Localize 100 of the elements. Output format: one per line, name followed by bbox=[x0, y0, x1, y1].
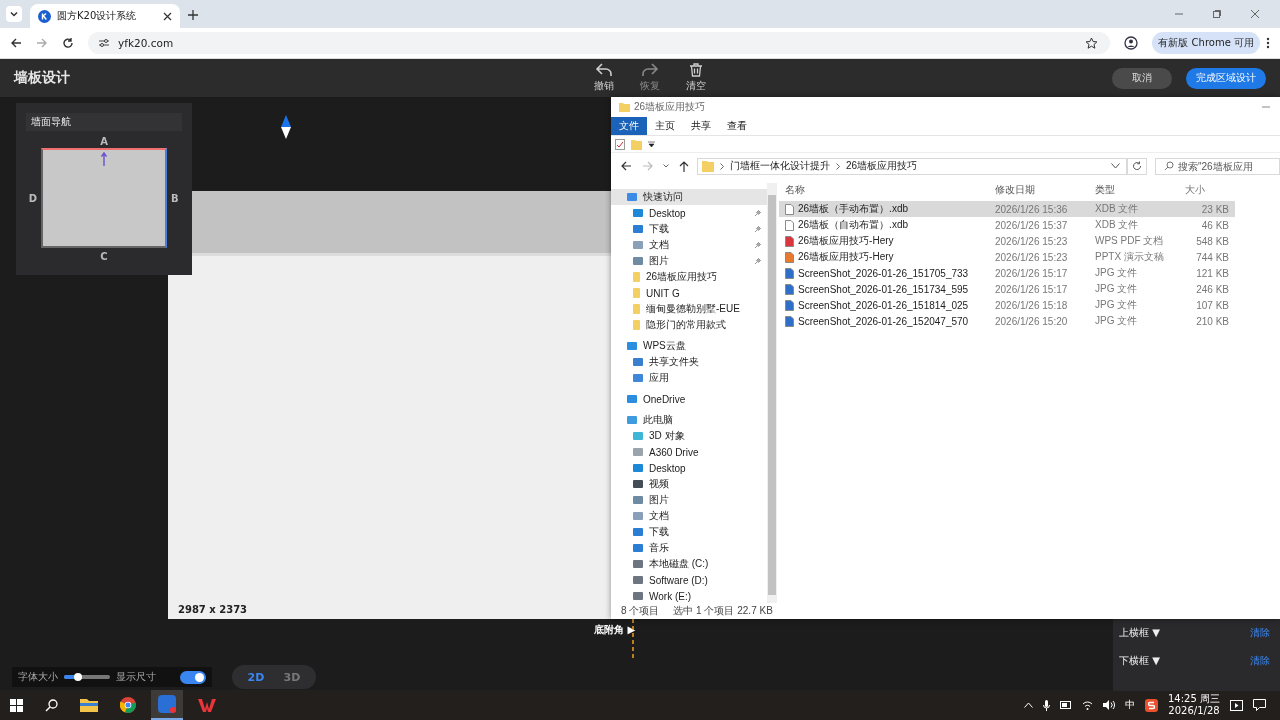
update-chrome-button[interactable]: 有新版 Chrome 可用 bbox=[1152, 32, 1260, 54]
path-bar[interactable]: 门墙框一体化设计提升 26墙板应用技巧 bbox=[697, 157, 1127, 175]
notification-icon[interactable] bbox=[1253, 699, 1266, 711]
nav-item[interactable]: Software (D:) bbox=[611, 572, 767, 588]
clear-link[interactable]: 清除 bbox=[1250, 654, 1270, 668]
nav-item[interactable]: 图片 bbox=[611, 492, 767, 508]
caret-icon[interactable] bbox=[648, 140, 655, 148]
ribbon-tab[interactable]: 共享 bbox=[683, 117, 719, 135]
ribbon-tab[interactable]: 主页 bbox=[647, 117, 683, 135]
profile-icon[interactable] bbox=[1124, 36, 1139, 50]
browser-icon[interactable] bbox=[120, 697, 136, 713]
search-field[interactable]: 搜索"26墙板应用 bbox=[1155, 157, 1280, 175]
chevron-up-icon[interactable] bbox=[1024, 702, 1033, 708]
side-label[interactable]: B bbox=[167, 192, 191, 204]
refresh-button[interactable] bbox=[1127, 157, 1147, 175]
reload-icon[interactable] bbox=[62, 37, 74, 49]
dropdown-label[interactable]: 上横框 ▼ bbox=[1119, 626, 1160, 640]
file-row[interactable]: ScreenShot_2026-01-26_152047_570 2026/1/26 15:20 JPG 文件 210 KB bbox=[779, 313, 1235, 329]
folder-icon[interactable] bbox=[80, 698, 98, 712]
column-header[interactable]: 类型 bbox=[1095, 183, 1185, 197]
column-header[interactable]: 名称 bbox=[785, 183, 995, 197]
nav-item[interactable]: 视频 bbox=[611, 476, 767, 492]
nav-item[interactable]: 共享文件夹 bbox=[611, 354, 767, 370]
file-icon bbox=[785, 251, 794, 263]
volume-icon[interactable] bbox=[1103, 700, 1115, 710]
start-icon[interactable] bbox=[10, 698, 23, 712]
nav-item[interactable]: Work (E:) bbox=[611, 588, 767, 604]
side-label[interactable]: A bbox=[41, 136, 167, 148]
font-size-slider[interactable] bbox=[64, 675, 110, 679]
battery-icon[interactable] bbox=[1060, 701, 1072, 709]
star-icon[interactable] bbox=[1085, 36, 1099, 50]
file-icon bbox=[785, 235, 794, 247]
toolbar-button[interactable]: 撤销 bbox=[583, 63, 625, 93]
scrollbar[interactable] bbox=[767, 183, 777, 603]
wifi-icon[interactable] bbox=[1082, 700, 1093, 710]
file-row[interactable]: 26墙板应用技巧-Hery 2026/1/26 15:23 WPS PDF 文档 548 KB bbox=[779, 233, 1235, 249]
nav-item[interactable]: UNIT G bbox=[611, 285, 767, 301]
nav-item[interactable]: 文档 bbox=[611, 508, 767, 524]
nav-item[interactable]: 缅甸曼德勒别墅-EUE bbox=[611, 301, 767, 317]
dropdown-icon[interactable] bbox=[1111, 163, 1120, 169]
file-row[interactable]: 26墙板（自动布置）.xdb 2026/1/26 15:37 XDB 文件 46 KB bbox=[779, 217, 1235, 233]
nav-item[interactable]: 此电脑 bbox=[611, 412, 767, 428]
toggle-switch[interactable] bbox=[180, 670, 206, 684]
nav-item[interactable]: Desktop bbox=[611, 205, 767, 221]
site-settings-icon[interactable] bbox=[98, 38, 110, 48]
file-row[interactable]: 26墙板（手动布置）.xdb 2026/1/26 15:36 XDB 文件 23 KB bbox=[779, 201, 1235, 217]
microphone-icon[interactable] bbox=[1043, 699, 1050, 711]
column-header[interactable]: 大小 bbox=[1185, 183, 1229, 197]
nav-item[interactable]: WPS云盘 bbox=[611, 338, 767, 354]
nav-item[interactable]: 应用 bbox=[611, 370, 767, 386]
input-method-indicator[interactable]: 中 bbox=[1125, 698, 1135, 712]
more-icon[interactable] bbox=[1266, 37, 1270, 49]
undo-icon bbox=[595, 63, 613, 77]
column-header[interactable]: 修改日期 bbox=[995, 183, 1095, 197]
clear-link[interactable]: 清除 bbox=[1250, 626, 1270, 640]
ribbon-tab[interactable]: 查看 bbox=[719, 117, 755, 135]
search-icon[interactable] bbox=[45, 698, 58, 712]
nav-item[interactable]: 下载 bbox=[611, 221, 767, 237]
side-label[interactable]: C bbox=[41, 251, 167, 262]
file-row[interactable]: ScreenShot_2026-01-26_151814_025 2026/1/26 15:18 JPG 文件 107 KB bbox=[779, 297, 1235, 313]
dropdown-label[interactable]: 下横框 ▼ bbox=[1119, 654, 1160, 668]
breadcrumb[interactable]: 门墙框一体化设计提升 bbox=[730, 159, 830, 173]
nav-item[interactable]: 快速访问 bbox=[611, 189, 767, 205]
side-label[interactable]: D bbox=[17, 192, 41, 204]
nav-item[interactable]: 3D 对象 bbox=[611, 428, 767, 444]
browser-tab[interactable]: 圆方K20设计系统 bbox=[30, 4, 180, 28]
nav-item[interactable]: 隐形门的常用款式 bbox=[611, 317, 767, 333]
new-tab-icon[interactable] bbox=[188, 10, 198, 20]
close-icon[interactable] bbox=[163, 11, 172, 21]
app-icon[interactable] bbox=[151, 690, 183, 720]
file-row[interactable]: ScreenShot_2026-01-26_151734_595 2026/1/26 15:17 JPG 文件 246 KB bbox=[779, 281, 1235, 297]
file-row[interactable]: 26墙板应用技巧-Hery 2026/1/26 15:23 PPTX 演示文稿 744 KB bbox=[779, 249, 1235, 265]
toolbar-button[interactable]: 清空 bbox=[675, 63, 717, 93]
media-icon[interactable] bbox=[1230, 699, 1243, 711]
nav-item[interactable]: Desktop bbox=[611, 460, 767, 476]
address-field[interactable]: yfk20.com bbox=[88, 32, 1111, 54]
nav-item[interactable]: 26墙板应用技巧 bbox=[611, 269, 767, 285]
cancel-button[interactable]: 取消 bbox=[1112, 67, 1172, 89]
compass-icon bbox=[281, 115, 291, 139]
properties-icon[interactable] bbox=[615, 138, 625, 150]
nav-item[interactable]: 文档 bbox=[611, 237, 767, 253]
wall-plan[interactable] bbox=[41, 148, 167, 248]
nav-item[interactable]: 图片 bbox=[611, 253, 767, 269]
nav-item[interactable]: 下载 bbox=[611, 524, 767, 540]
nav-item[interactable]: 本地磁盘 (C:) bbox=[611, 556, 767, 572]
back-icon[interactable] bbox=[621, 161, 632, 171]
ribbon-tab[interactable]: 文件 bbox=[611, 117, 647, 135]
nav-item[interactable]: A360 Drive bbox=[611, 444, 767, 460]
breadcrumb[interactable]: 26墙板应用技巧 bbox=[846, 159, 918, 173]
font-size-label: 字体大小 bbox=[18, 670, 58, 684]
nav-item[interactable]: OneDrive bbox=[611, 391, 767, 407]
restore-icon[interactable] bbox=[1212, 9, 1222, 19]
view-mode-tab[interactable]: 2D bbox=[238, 669, 274, 685]
file-row[interactable]: ScreenShot_2026-01-26_151705_733 2026/1/26 15:17 JPG 文件 121 KB bbox=[779, 265, 1235, 281]
back-icon[interactable] bbox=[10, 37, 22, 49]
nav-item[interactable]: 音乐 bbox=[611, 540, 767, 556]
clock[interactable]: 14:25 周三 2026/1/28 bbox=[1168, 693, 1220, 717]
finish-button[interactable]: 完成区域设计 bbox=[1186, 67, 1266, 89]
tab-list-icon[interactable] bbox=[6, 6, 22, 22]
up-icon[interactable] bbox=[679, 160, 689, 172]
